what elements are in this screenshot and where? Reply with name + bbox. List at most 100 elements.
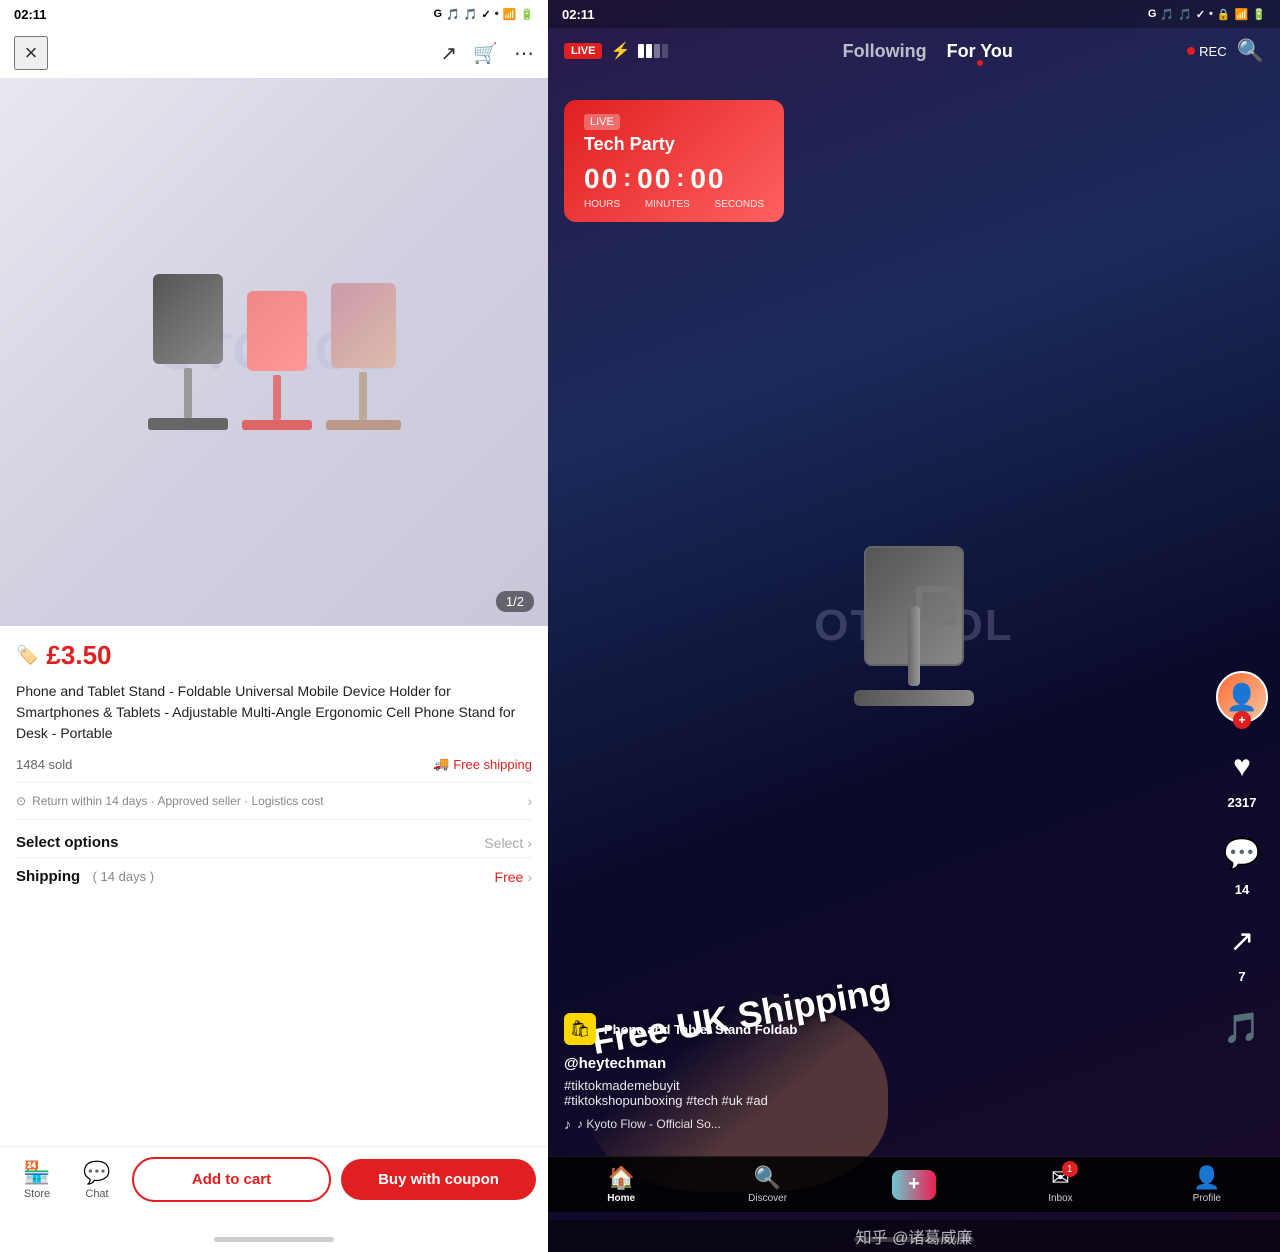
nav-inbox[interactable]: ✉ 1 Inbox [987, 1165, 1133, 1204]
chevron-right-icon: › [527, 793, 532, 809]
product-stands [148, 274, 401, 430]
share-button[interactable]: ↗ 7 [1218, 917, 1266, 984]
tt-icon1: 🎵 [1160, 8, 1174, 21]
inbox-notification-badge: 1 [1062, 1161, 1078, 1177]
select-chevron: › [527, 835, 532, 851]
sold-shipping-row: 1484 sold 🚚 Free shipping [16, 756, 532, 772]
status-time-left: 02:11 [14, 7, 47, 22]
music-row: ♪ ♪ Kyoto Flow - Official So... [564, 1116, 1200, 1132]
product-image[interactable]: OTOKOL [0, 78, 548, 626]
following-tab[interactable]: Following [843, 41, 927, 62]
shop-bag-icon: 🛍 [564, 1013, 596, 1045]
inbox-badge-container: ✉ 1 [1051, 1165, 1069, 1191]
rec-dot [1187, 47, 1195, 55]
nav-tabs: Following For You [843, 41, 1013, 62]
check-circle-icon: ⊙ [16, 794, 26, 808]
home-indicator-left [214, 1237, 334, 1242]
share-icon[interactable]: ↗ [440, 41, 457, 66]
shop-name: Phone and Tablet Stand Foldab [604, 1022, 797, 1037]
home-icon: 🏠 [608, 1165, 635, 1191]
stand-3 [326, 283, 401, 430]
dot-icon: • [495, 8, 499, 20]
comment-button[interactable]: 💬 14 [1218, 830, 1266, 897]
timer-hours: 00 [584, 163, 619, 195]
shipping-chevron: › [527, 869, 532, 885]
bottom-bar: 🏪 Store 💬 Chat Add to cart Buy with coup… [0, 1146, 548, 1212]
add-to-cart-button[interactable]: Add to cart [132, 1157, 331, 1202]
stand-arm [908, 606, 920, 686]
profile-icon: 👤 [1193, 1165, 1220, 1191]
buy-with-coupon-button[interactable]: Buy with coupon [341, 1159, 536, 1200]
share-count: 7 [1238, 969, 1245, 984]
status-icons-right: G 🎵 🎵 ✓ • 🔒 📶 🔋 [1148, 8, 1266, 21]
tiktok-icon1: 🎵 [446, 8, 460, 21]
right-sidebar: 👤 + ♥ 2317 💬 14 ↗ 7 🎵 [1216, 671, 1268, 1052]
chat-label: Chat [85, 1188, 108, 1200]
status-icons-left: G 🎵 🎵 ✓ • 📶 🔋 [434, 8, 534, 21]
nav-profile[interactable]: 👤 Profile [1134, 1165, 1280, 1204]
close-button[interactable]: × [14, 36, 48, 70]
check2: ✓ [1196, 8, 1205, 21]
more-icon[interactable]: ⋯ [514, 41, 534, 66]
select-options-label: Select options [16, 834, 119, 851]
colon1: : [623, 165, 633, 193]
price-tag-icon: 🏷️ [16, 645, 38, 666]
returns-label: Return within 14 days · Approved seller … [32, 794, 323, 808]
timer-labels: HOURS MINUTES SECONDS [584, 199, 764, 210]
select-label: Select [484, 835, 523, 851]
tt-icon2: 🎵 [1178, 8, 1192, 21]
live-badge: LIVE [564, 43, 602, 59]
tiktok-logo: 🎵 [1218, 1004, 1266, 1052]
top-nav-right: LIVE ⚡ Following For You REC 🔍 [548, 28, 1280, 74]
search-icon-right[interactable]: 🔍 [1237, 38, 1264, 64]
nav-discover[interactable]: 🔍 Discover [694, 1165, 840, 1204]
battery-icon: 🔋 [520, 8, 534, 21]
profile-label: Profile [1193, 1193, 1221, 1204]
shipping-icon: 🚚 [433, 756, 449, 772]
username[interactable]: @heytechman [564, 1055, 1200, 1072]
colon2: : [676, 165, 686, 193]
tiktok-icon2: 🎵 [464, 8, 478, 21]
price: £3.50 [46, 640, 111, 671]
like-button[interactable]: ♥ 2317 [1218, 743, 1266, 810]
avatar[interactable]: 👤 + [1216, 671, 1268, 723]
store-button[interactable]: 🏪 Store [12, 1160, 62, 1200]
returns-text: ⊙ Return within 14 days · Approved selle… [16, 794, 324, 808]
stand-2 [242, 291, 312, 430]
product-title: Phone and Tablet Stand - Foldable Univer… [16, 681, 532, 744]
nav-actions: ↗ 🛒 ⋯ [440, 41, 534, 66]
top-left-cluster: LIVE ⚡ [564, 41, 668, 61]
shop-row: 🛍 Phone and Tablet Stand Foldab [564, 1013, 1200, 1045]
rec-label: REC [1199, 44, 1226, 59]
zhihu-watermark: 知乎 @诸葛威廉 [548, 1220, 1280, 1252]
hashtag-line1: #tiktokmademebuyit [564, 1078, 1200, 1093]
cart-icon[interactable]: 🛒 [473, 41, 498, 66]
tech-party-timer: 00 : 00 : 00 [584, 163, 764, 195]
tech-party-title: Tech Party [584, 134, 764, 155]
bar2 [646, 44, 652, 58]
price-row: 🏷️ £3.50 [16, 640, 532, 671]
chat-button[interactable]: 💬 Chat [72, 1160, 122, 1200]
shipping-section: Shipping ( 14 days ) Free › [16, 857, 532, 896]
avatar-emoji: 👤 [1226, 682, 1258, 713]
product-image-bg: OTOKOL [0, 78, 548, 626]
nav-home[interactable]: 🏠 Home [548, 1165, 694, 1204]
top-right-cluster: REC 🔍 [1187, 38, 1264, 64]
inbox-label: Inbox [1048, 1193, 1072, 1204]
returns-row[interactable]: ⊙ Return within 14 days · Approved selle… [16, 782, 532, 820]
comment-icon: 💬 [1218, 830, 1266, 878]
bar4 [662, 44, 668, 58]
tech-party-card: LIVE Tech Party 00 : 00 : 00 HOURS MINUT… [564, 100, 784, 222]
status-bar-left: 02:11 G 🎵 🎵 ✓ • 📶 🔋 [0, 0, 548, 28]
signal-icon: G [434, 8, 443, 20]
nav-plus[interactable]: + [841, 1170, 987, 1200]
stand-1 [148, 274, 228, 430]
status-bar-right: 02:11 G 🎵 🎵 ✓ • 🔒 📶 🔋 [548, 0, 1280, 28]
add-button[interactable]: + [892, 1170, 936, 1200]
select-button[interactable]: Select › [484, 835, 532, 851]
free-shipping-badge: 🚚 Free shipping [433, 756, 532, 772]
g-icon: G [1148, 8, 1157, 20]
for-you-tab[interactable]: For You [947, 41, 1013, 62]
shipping-free[interactable]: Free › [495, 869, 532, 885]
bottom-nav-right: 🏠 Home 🔍 Discover + ✉ 1 Inbox 👤 Profile [548, 1156, 1280, 1212]
